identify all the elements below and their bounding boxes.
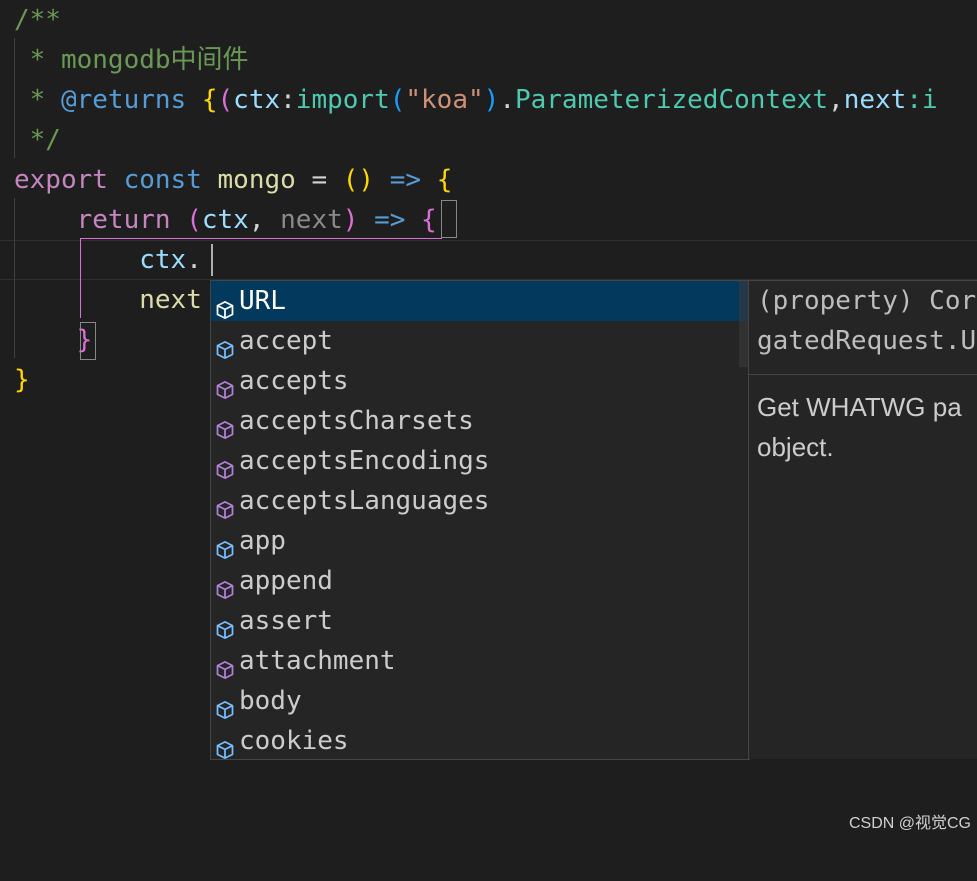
method-icon bbox=[215, 452, 235, 479]
code-line-6: return (ctx, next) => { bbox=[76, 205, 437, 235]
details-separator bbox=[749, 374, 977, 375]
suggestion-label: acceptsLanguages bbox=[239, 486, 490, 516]
code-line-2: * mongodb中间件 bbox=[14, 45, 249, 75]
field-icon bbox=[215, 332, 235, 359]
code-line-4: */ bbox=[14, 125, 61, 155]
suggestion-item[interactable]: acceptsCharsets bbox=[211, 401, 749, 441]
code-line-1: /** bbox=[14, 5, 61, 35]
method-icon bbox=[215, 372, 235, 399]
field-icon bbox=[215, 612, 235, 639]
suggestion-details-panel: (property) Cor gatedRequest.U Get WHATWG… bbox=[748, 280, 977, 759]
suggestion-item[interactable]: append bbox=[211, 561, 749, 601]
details-doc-line-1: Get WHATWG pa bbox=[757, 392, 962, 422]
suggestion-item[interactable]: URL bbox=[211, 281, 749, 321]
code-line-3: * @returns {(ctx:import("koa").Parameter… bbox=[14, 85, 938, 115]
suggestion-item[interactable]: accepts bbox=[211, 361, 749, 401]
suggestion-item[interactable]: acceptsLanguages bbox=[211, 481, 749, 521]
details-doc-line-2: object. bbox=[757, 432, 834, 462]
field-icon bbox=[215, 292, 235, 319]
details-signature-line-2: gatedRequest.U bbox=[757, 326, 977, 356]
suggestion-item[interactable]: cookies bbox=[211, 721, 749, 761]
suggestion-label: acceptsCharsets bbox=[239, 406, 474, 436]
code-line-8: next bbox=[139, 285, 202, 315]
suggestion-item[interactable]: app bbox=[211, 521, 749, 561]
suggestion-label: body bbox=[239, 686, 302, 716]
method-icon bbox=[215, 572, 235, 599]
field-icon bbox=[215, 732, 235, 759]
suggestion-item[interactable]: assert bbox=[211, 601, 749, 641]
suggestion-item[interactable]: body bbox=[211, 681, 749, 721]
method-icon bbox=[215, 652, 235, 679]
suggestion-label: app bbox=[239, 526, 286, 556]
suggestion-label: assert bbox=[239, 606, 333, 636]
suggestion-label: attachment bbox=[239, 646, 396, 676]
suggestion-item[interactable]: acceptsEncodings bbox=[211, 441, 749, 481]
details-signature: (property) Cor gatedRequest.U bbox=[757, 281, 976, 361]
suggestion-label: cookies bbox=[239, 726, 349, 756]
suggestion-label: accept bbox=[239, 326, 333, 356]
method-icon bbox=[215, 492, 235, 519]
code-line-9: } bbox=[76, 325, 93, 355]
code-line-7: ctx. bbox=[139, 245, 202, 275]
bracket-match-box bbox=[441, 200, 457, 238]
suggestion-widget[interactable]: URL accept accepts acceptsCharsets accep… bbox=[210, 280, 750, 760]
method-icon bbox=[215, 412, 235, 439]
watermark: CSDN @视觉CG bbox=[848, 815, 971, 832]
suggestion-label: append bbox=[239, 566, 333, 596]
suggestion-label: acceptsEncodings bbox=[239, 446, 490, 476]
field-icon bbox=[215, 692, 235, 719]
suggestion-label: URL bbox=[239, 286, 286, 316]
code-line-5: export const mongo = () => { bbox=[14, 165, 453, 195]
details-documentation: Get WHATWG pa object. bbox=[757, 387, 962, 467]
details-signature-line-1: (property) Cor bbox=[757, 286, 977, 316]
text-cursor bbox=[211, 244, 213, 276]
field-icon bbox=[215, 532, 235, 559]
code-line-10: } bbox=[14, 365, 30, 395]
suggestion-label: accepts bbox=[239, 366, 349, 396]
suggestion-item[interactable]: accept bbox=[211, 321, 749, 361]
suggestion-item[interactable]: attachment bbox=[211, 641, 749, 681]
